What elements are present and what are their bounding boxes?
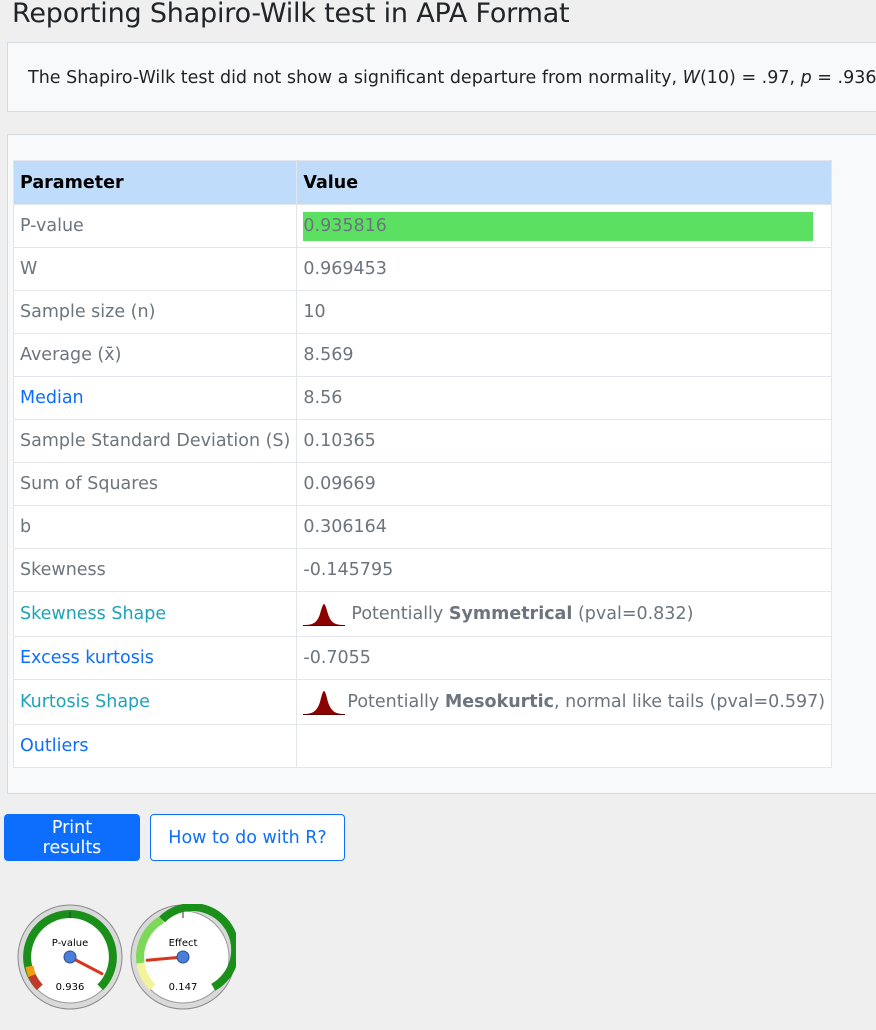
skew-shape-suffix: (pval=0.832) [572, 604, 694, 624]
kurt-shape-suffix: , normal like tails (pval=0.597) [554, 692, 826, 712]
table-row: Median 8.56 [12, 376, 833, 420]
apa-p-symbol: p [800, 68, 812, 88]
table-row: Excess kurtosis -0.7055 [12, 636, 833, 680]
header-parameter: Parameter [12, 160, 298, 205]
row-value-ss: 0.09669 [296, 462, 833, 506]
row-value-sd: 0.10365 [296, 419, 833, 463]
how-to-r-button[interactable]: How to do with R? [150, 814, 345, 861]
table-row: Skewness Shape Potentially Symmetrical (… [12, 591, 833, 637]
row-value-kurt-shape: Potentially Mesokurtic, normal like tail… [296, 679, 833, 725]
table-row: Kurtosis Shape Potentially Mesokurtic, n… [12, 679, 833, 725]
skew-shape-bold: Symmetrical [448, 604, 573, 624]
gauge-value-pvalue: 0.936 [56, 982, 85, 993]
print-results-button[interactable]: Print results [4, 814, 140, 861]
normal-curve-icon [303, 604, 346, 626]
row-value-n: 10 [296, 290, 833, 334]
apa-w-symbol: W [682, 68, 700, 88]
row-value-skew-shape: Potentially Symmetrical (pval=0.832) [296, 591, 833, 637]
row-label-n: Sample size (n) [12, 290, 298, 334]
gauge-title-effect: Effect [169, 938, 198, 949]
apa-p-rest: = .936 [811, 68, 876, 88]
apa-w-df: (10) = .97, [699, 68, 801, 88]
table-row: Sample size (n) 10 [12, 290, 833, 334]
pvalue-bar: 0.935816 [303, 211, 814, 241]
table-row: Average (x̄) 8.569 [12, 333, 833, 377]
gauge-value-effect: 0.147 [169, 982, 198, 993]
row-value-average: 8.569 [296, 333, 833, 377]
row-label-skewness: Skewness [12, 548, 298, 592]
apa-prefix: The Shapiro-Wilk test did not show a sig… [28, 68, 683, 88]
excess-kurtosis-link[interactable]: Excess kurtosis [12, 636, 298, 680]
row-value-pvalue: 0.935816 [296, 204, 833, 248]
apa-report-box: The Shapiro-Wilk test did not show a sig… [7, 42, 876, 112]
header-value: Value [296, 160, 833, 205]
table-row: Skewness -0.145795 [12, 548, 833, 592]
pvalue-gauge: P-value 0.936 [17, 904, 123, 1010]
kurtosis-shape-link[interactable]: Kurtosis Shape [12, 679, 298, 725]
page-title: Reporting Shapiro-Wilk test in APA Forma… [12, 0, 570, 29]
row-label-pvalue: P-value [12, 204, 298, 248]
effect-gauge: Effect 0.147 [130, 904, 236, 1010]
apa-report-text: The Shapiro-Wilk test did not show a sig… [28, 68, 876, 88]
row-value-outliers [296, 724, 833, 768]
row-value-b: 0.306164 [296, 505, 833, 549]
kurt-shape-bold: Mesokurtic [444, 692, 555, 712]
row-label-sd: Sample Standard Deviation (S) [12, 419, 298, 463]
table-row: b 0.306164 [12, 505, 833, 549]
table-row: Sum of Squares 0.09669 [12, 462, 833, 506]
median-link[interactable]: Median [12, 376, 298, 420]
row-label-average: Average (x̄) [12, 333, 298, 377]
table-row: Outliers [12, 724, 833, 768]
row-label-w: W [12, 247, 298, 291]
table-row: W 0.969453 [12, 247, 833, 291]
outliers-link[interactable]: Outliers [12, 724, 298, 768]
row-value-w: 0.969453 [296, 247, 833, 291]
table-row: Sample Standard Deviation (S) 0.10365 [12, 419, 833, 463]
results-table: Parameter Value P-value 0.935816 W 0.969… [12, 160, 833, 768]
skewness-shape-link[interactable]: Skewness Shape [12, 591, 298, 637]
row-value-skewness: -0.145795 [296, 548, 833, 592]
normal-curve-icon [303, 691, 346, 715]
row-label-ss: Sum of Squares [12, 462, 298, 506]
table-row: P-value 0.935816 [12, 204, 833, 248]
row-value-median: 8.56 [296, 376, 833, 420]
table-header-row: Parameter Value [12, 160, 833, 205]
skew-shape-prefix: Potentially [351, 604, 449, 624]
gauge-title-pvalue: P-value [52, 938, 88, 949]
row-value-kurtosis: -0.7055 [296, 636, 833, 680]
kurt-shape-prefix: Potentially [347, 692, 445, 712]
row-label-b: b [12, 505, 298, 549]
